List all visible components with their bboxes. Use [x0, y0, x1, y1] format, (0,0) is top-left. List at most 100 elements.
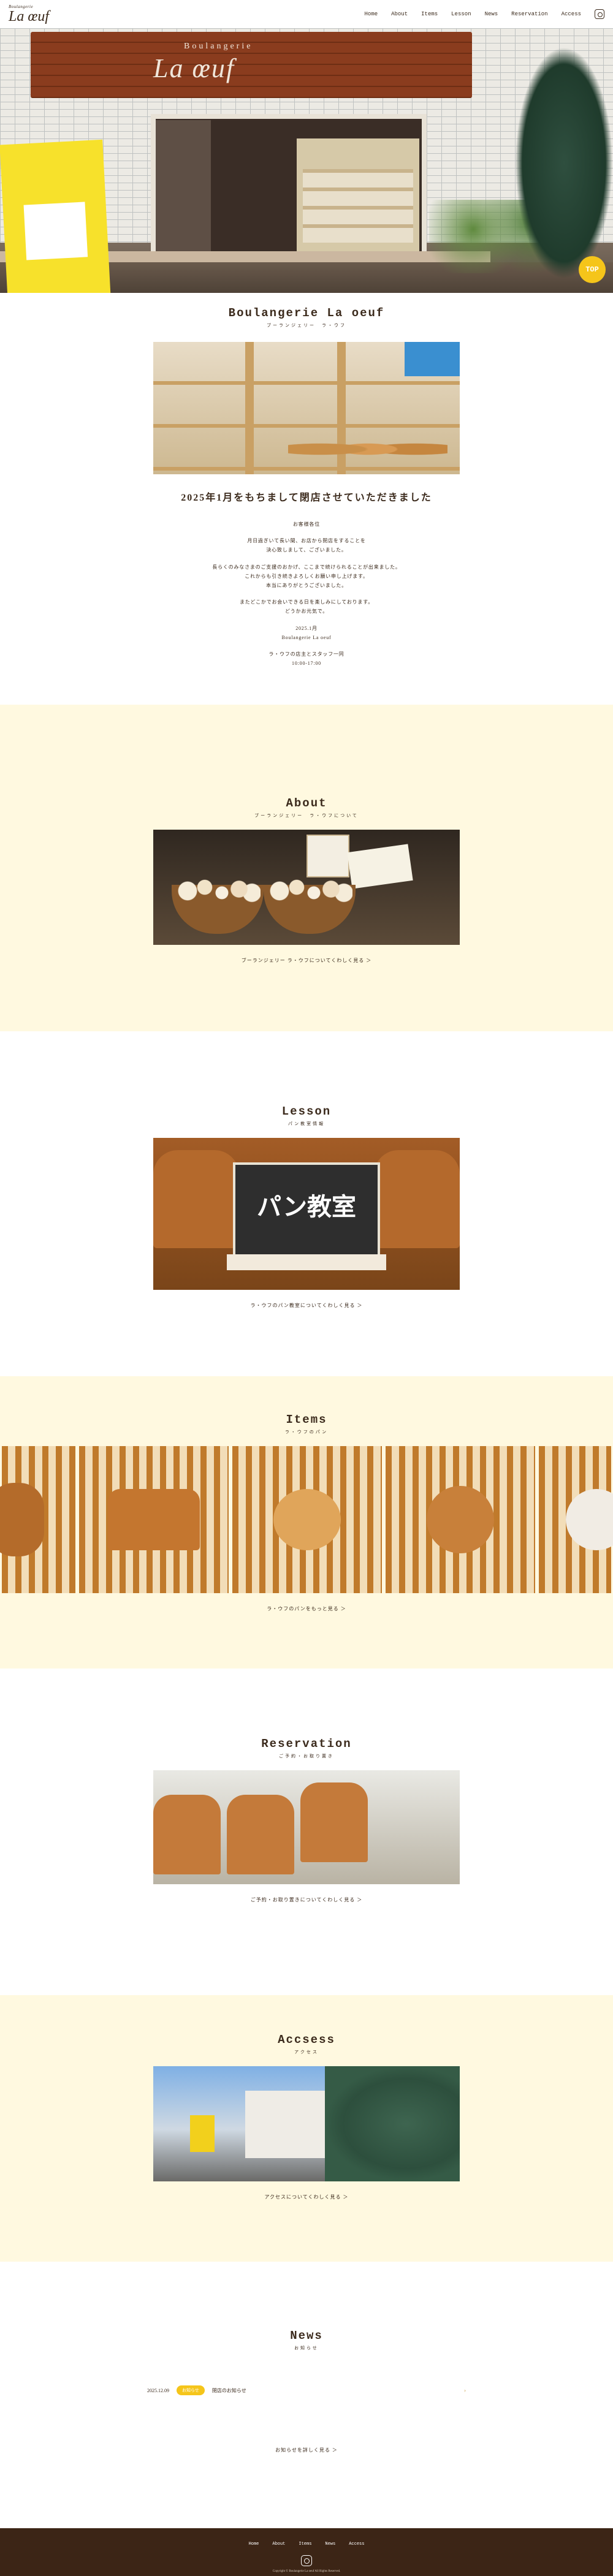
- instagram-icon[interactable]: [595, 9, 604, 19]
- news-category-badge: お知らせ: [177, 2385, 205, 2396]
- about-title: About: [286, 797, 327, 811]
- footer-nav-home[interactable]: Home: [249, 2542, 259, 2547]
- message-line: [0, 642, 613, 650]
- reservation-loaf: [153, 1795, 221, 1875]
- intro-breads: [288, 434, 447, 464]
- footer-nav-items[interactable]: Items: [299, 2542, 311, 2547]
- about-section: About ブーランジェリー ラ・ウフについて ブーランジェリー ラ・ウフについ…: [0, 705, 613, 1032]
- site-header: Boulangerie La œuf Home About Items Less…: [0, 0, 613, 28]
- site-footer: Home About Items News Access Copyright ©…: [0, 2528, 613, 2576]
- item-bread: [0, 1483, 44, 1557]
- nav-lesson[interactable]: Lesson: [451, 11, 471, 17]
- items-subtitle: ラ・ウフのパン: [284, 1430, 329, 1435]
- message-line: 決心致しまして、ございました。: [266, 547, 347, 553]
- about-subtitle: ブーランジェリー ラ・ウフについて: [254, 813, 359, 819]
- message-line: 2025.1月: [295, 625, 318, 631]
- lesson-link[interactable]: ラ・ウフのパン教室についてくわしく見る ＞: [0, 1302, 613, 1309]
- reservation-title: Reservation: [261, 1737, 352, 1751]
- lesson-banner-text: パン教室: [257, 1193, 356, 1221]
- footer-nav-access[interactable]: Access: [349, 2542, 364, 2547]
- about-eggs: [267, 873, 352, 910]
- news-title: News: [290, 2329, 323, 2343]
- about-card: [347, 844, 413, 889]
- hero-sign-main: La œuf: [153, 53, 235, 83]
- access-tree: [325, 2066, 460, 2182]
- item-bread: [108, 1489, 200, 1551]
- lesson-subtitle: パン教室情報: [287, 1121, 326, 1127]
- nav-access[interactable]: Access: [562, 11, 581, 17]
- footer-nav: Home About Items News Access: [0, 2542, 613, 2547]
- global-nav: Home About Items Lesson News Reservation…: [365, 9, 604, 19]
- news-date: 2025.12.09: [147, 2387, 169, 2393]
- about-link[interactable]: ブーランジェリー ラ・ウフについてくわしく見る ＞: [0, 957, 613, 964]
- back-to-top-button[interactable]: TOP: [579, 256, 606, 283]
- message-line: Boulangerie La oeuf: [281, 634, 332, 640]
- item-photo[interactable]: [539, 1446, 613, 1594]
- intro-title: Boulangerie La oeuf: [228, 306, 385, 320]
- closing-message: お客様各位 月日過ぎいて長い間、お店から閉店をすることを 決心致しまして、ござい…: [0, 520, 613, 668]
- item-bread: [427, 1486, 494, 1554]
- message-line: またどこかでお会いできる日を楽しみにしております。: [239, 599, 374, 605]
- access-street-photo[interactable]: [153, 2066, 460, 2182]
- nav-reservation[interactable]: Reservation: [511, 11, 547, 17]
- about-eggs-photo[interactable]: [153, 830, 460, 945]
- items-title: Items: [286, 1413, 327, 1427]
- items-section: Items ラ・ウフのパン ラ・ウフのパンをもっと見る ＞: [0, 1376, 613, 1669]
- message-line: 本当にありがとうございました。: [266, 582, 347, 588]
- lesson-banner-photo[interactable]: パン教室: [153, 1138, 460, 1290]
- access-section: Accsess アクセス アクセスについてくわしく見る ＞: [0, 1995, 613, 2262]
- access-link[interactable]: アクセスについてくわしく見る ＞: [0, 2194, 613, 2200]
- copyright: Copyright © Boulangerie La oeuf All Righ…: [272, 2570, 341, 2574]
- news-item[interactable]: 2025.12.09 お知らせ 閉店のお知らせ ›: [147, 2385, 466, 2396]
- reservation-link[interactable]: ご予約・お取り置きについてくわしく見る ＞: [0, 1896, 613, 1903]
- message-line: ラ・ウフの店主とスタッフ一同: [268, 651, 345, 657]
- reservation-section: Reservation ご予約・お取り置き ご予約・お取り置きについてくわしく見…: [0, 1669, 613, 1995]
- message-line: [0, 529, 613, 536]
- news-section: News お知らせ 2025.12.09 お知らせ 閉店のお知らせ › お知らせ…: [0, 2262, 613, 2496]
- intro-blue-sign: [405, 342, 460, 376]
- message-line: お客様各位: [293, 521, 320, 527]
- item-photo[interactable]: [232, 1446, 382, 1594]
- message-line: [0, 555, 613, 563]
- nav-about[interactable]: About: [391, 11, 408, 17]
- hero-door-glass: [156, 120, 211, 255]
- access-yellow-sign: [190, 2115, 215, 2153]
- hero-image: Boulangerie La œuf TOP: [0, 28, 613, 293]
- reservation-bread-photo[interactable]: [153, 1770, 460, 1885]
- footer-nav-about[interactable]: About: [272, 2542, 285, 2547]
- lesson-loaf: [374, 1150, 460, 1249]
- about-eggs: [175, 873, 261, 910]
- footer-instagram-icon[interactable]: [301, 2555, 312, 2567]
- site-logo[interactable]: Boulangerie La œuf: [9, 4, 49, 24]
- nav-items[interactable]: Items: [421, 11, 438, 17]
- hero-tree: [515, 47, 613, 279]
- about-card: [306, 835, 349, 878]
- access-building: [245, 2091, 331, 2159]
- message-line: 月日過ぎいて長い間、お店から閉店をすることを: [247, 538, 366, 544]
- message-line: 10:00-17:00: [292, 661, 321, 667]
- reservation-loaf: [300, 1782, 368, 1863]
- reservation-subtitle: ご予約・お取り置き: [279, 1754, 334, 1759]
- items-carousel[interactable]: [0, 1446, 613, 1594]
- news-item-title: 閉店のお知らせ: [211, 2387, 246, 2393]
- message-line: どうかお元気で。: [284, 608, 329, 615]
- intro-shelf-post: [245, 342, 254, 474]
- lesson-ribbon: [227, 1254, 386, 1271]
- access-subtitle: アクセス: [294, 2050, 319, 2055]
- intro-shop-interior-photo: [153, 342, 460, 474]
- intro-subtitle: ブーランジェリー ラ・ウフ: [267, 323, 346, 328]
- closing-announcement: 2025年1月をもちまして閉店させていただきました: [181, 493, 432, 503]
- message-line: [0, 590, 613, 597]
- item-bread: [273, 1489, 341, 1551]
- items-link[interactable]: ラ・ウフのパンをもっと見る ＞: [0, 1605, 613, 1612]
- news-subtitle: お知らせ: [294, 2346, 319, 2351]
- chevron-right-icon: ›: [464, 2387, 466, 2394]
- news-more-link[interactable]: お知らせを詳しく見る ＞: [0, 2447, 613, 2453]
- nav-home[interactable]: Home: [365, 11, 378, 17]
- item-photo[interactable]: [0, 1446, 75, 1594]
- reservation-loaf: [227, 1795, 294, 1875]
- nav-news[interactable]: News: [485, 11, 498, 17]
- footer-nav-news[interactable]: News: [325, 2542, 335, 2547]
- item-photo[interactable]: [79, 1446, 229, 1594]
- item-photo[interactable]: [386, 1446, 535, 1594]
